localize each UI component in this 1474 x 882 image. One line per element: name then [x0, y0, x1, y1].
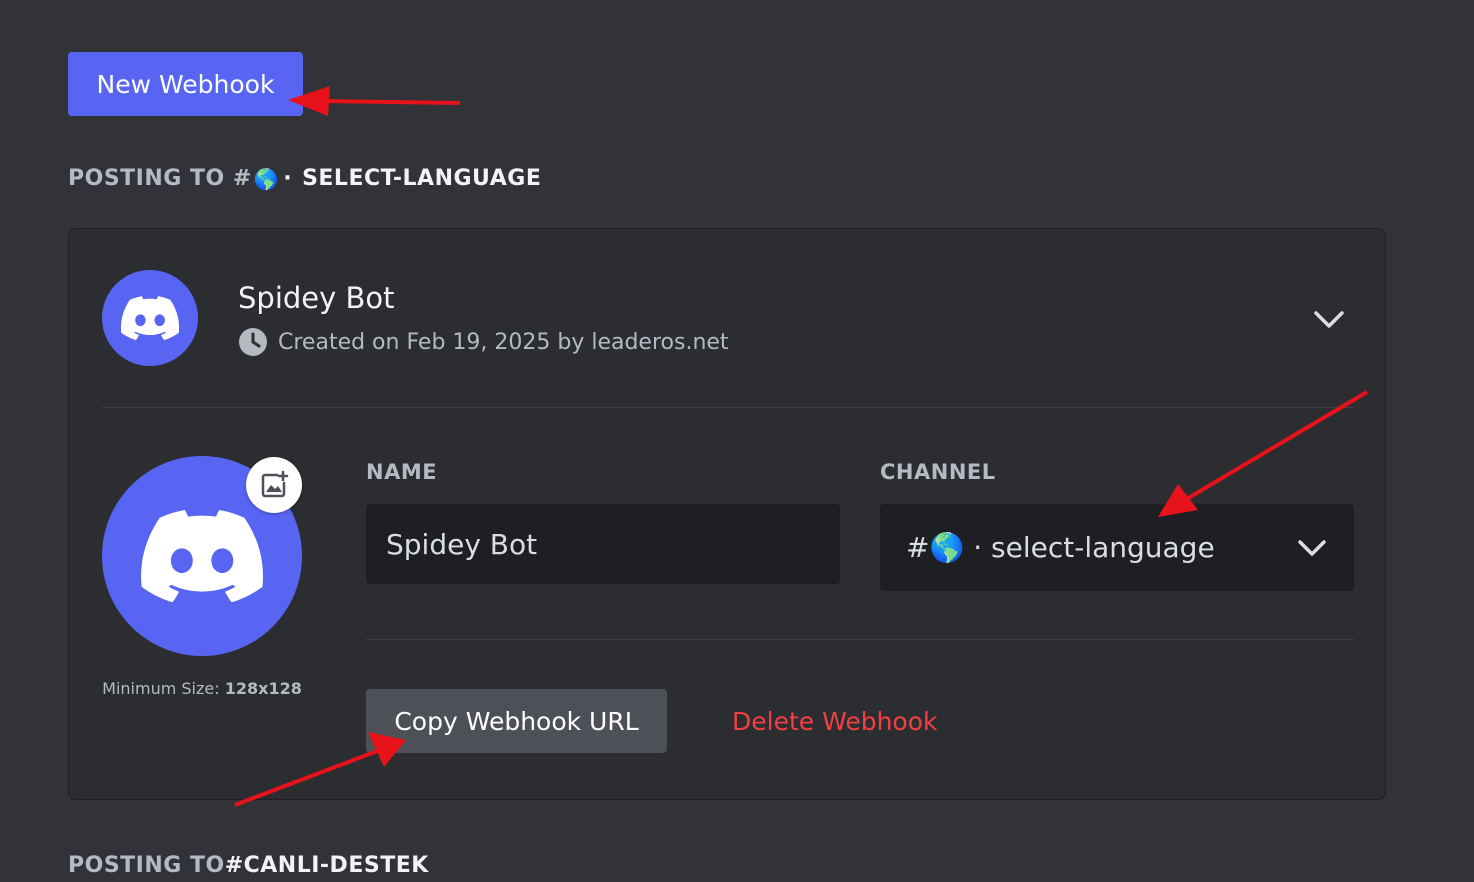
channel-label: CHANNEL [880, 460, 996, 484]
divider [366, 639, 1354, 640]
delete-webhook-button[interactable]: Delete Webhook [724, 689, 946, 753]
min-size-value: 128x128 [224, 679, 302, 698]
posting-to-label: POSTING TO [68, 853, 225, 878]
min-size-hint: Minimum Size: 128x128 [102, 679, 302, 698]
webhook-name-input[interactable] [366, 504, 840, 584]
upload-image-button[interactable] [246, 457, 302, 513]
webhook-avatar-small [102, 270, 198, 366]
clock-icon [239, 328, 267, 356]
new-webhook-button[interactable]: New Webhook [68, 52, 303, 116]
section-header-canli-destek: POSTING TO #CANLI-DESTEK [68, 853, 429, 878]
name-label: NAME [366, 460, 438, 484]
globe-emoji-icon: 🌎 [253, 166, 280, 191]
channel-select-value: #🌎 · select-language [906, 531, 1215, 564]
webhook-card: Spidey Bot Created on Feb 19, 2025 by le… [68, 228, 1386, 800]
channel-name: #CANLI-DESTEK [224, 853, 429, 878]
channel-select[interactable]: #🌎 · select-language [880, 504, 1354, 591]
image-add-icon [261, 470, 289, 498]
webhook-title: Spidey Bot [238, 281, 395, 315]
section-header-select-language: POSTING TO # 🌎 · SELECT-LANGUAGE [68, 166, 541, 191]
created-info: Created on Feb 19, 2025 by leaderos.net [238, 327, 729, 357]
copy-webhook-url-button[interactable]: Copy Webhook URL [366, 689, 667, 753]
channel-name: SELECT-LANGUAGE [302, 166, 542, 191]
discord-logo-icon [121, 296, 179, 340]
annotation-arrow [288, 86, 461, 116]
chevron-down-icon[interactable] [1311, 305, 1347, 333]
created-text: Created on Feb 19, 2025 by leaderos.net [278, 329, 729, 355]
channel-separator: · [283, 166, 293, 191]
min-size-label: Minimum Size: [102, 679, 225, 698]
divider [102, 407, 1354, 408]
discord-logo-icon [141, 510, 263, 602]
posting-to-label: POSTING TO # [68, 166, 252, 191]
chevron-down-icon [1298, 539, 1326, 556]
